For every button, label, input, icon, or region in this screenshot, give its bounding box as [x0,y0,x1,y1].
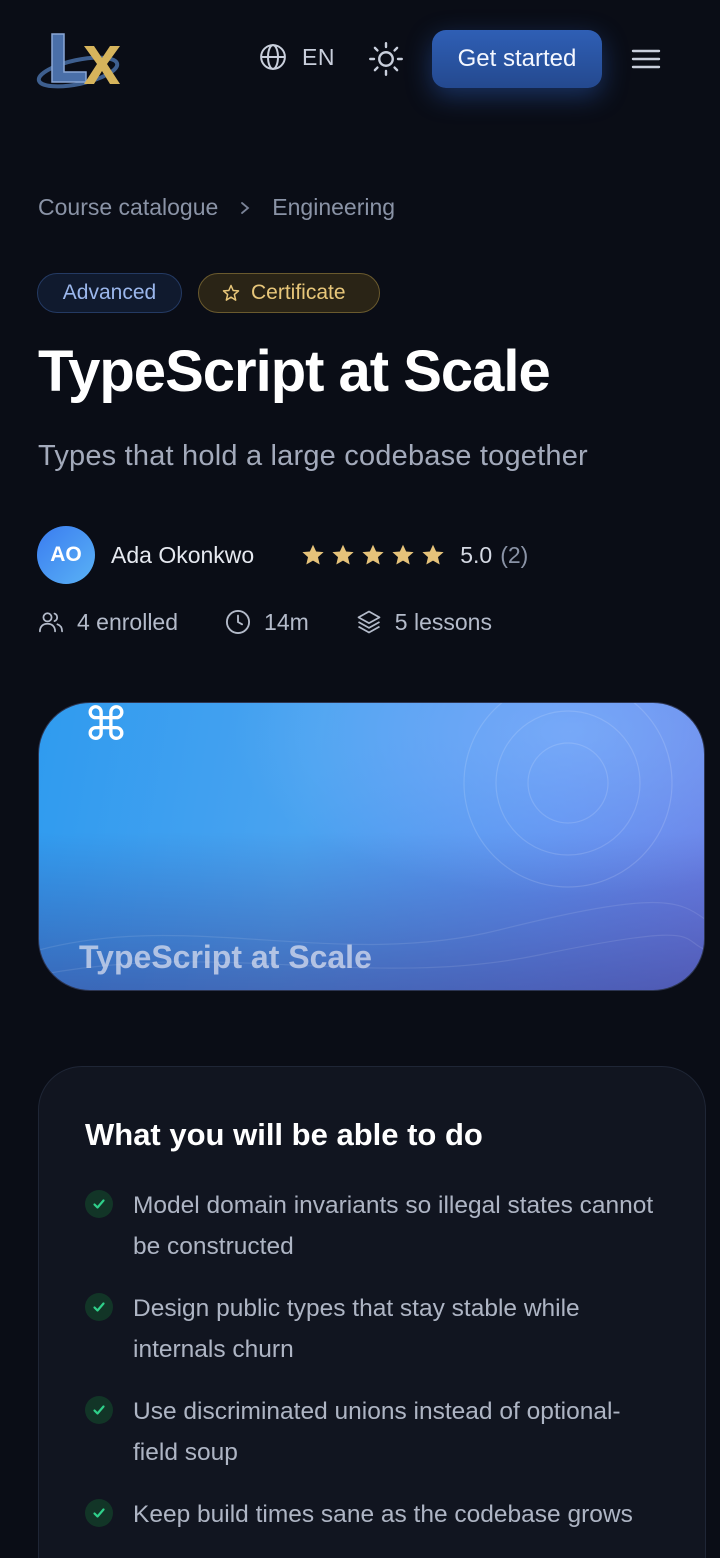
course-duration: 14m [224,608,309,636]
outcome-text: Keep build times sane as the codebase gr… [133,1501,633,1528]
check-icon [85,1190,113,1218]
command-key-icon: ⌘ [83,702,129,751]
outcome-text: Use discriminated unions instead of opti… [133,1398,621,1466]
list-item: Use discriminated unions instead of opti… [85,1391,665,1473]
author-rating-row: AO Ada Okonkwo 5.0 (2) [37,526,528,584]
outcomes-heading: What you will be able to do [85,1117,483,1152]
language-switcher[interactable]: EN [258,42,335,72]
star-icon [422,544,444,565]
hero-title: TypeScript at Scale [79,939,372,975]
hamburger-menu-icon[interactable] [630,46,662,72]
certificate-badge: Certificate [198,273,380,313]
star-icon [362,544,384,565]
get-started-button[interactable]: Get started [432,30,602,88]
certificate-badge-label: Certificate [251,281,346,304]
check-icon [85,1396,113,1424]
duration-label: 14m [264,608,309,635]
course-badges: Advanced Certificate [37,273,380,313]
list-item: Model domain invariants so illegal state… [85,1185,665,1267]
star-icon [302,544,324,565]
lesson-count: 5 lessons [355,608,492,636]
check-icon [85,1499,113,1527]
breadcrumb: Course catalogue Engineering [38,194,395,221]
outcome-text: Design public types that stay stable whi… [133,1295,580,1363]
globe-icon [260,44,286,70]
rating-count: (2) [500,541,529,568]
star-icon [392,544,414,565]
outcomes-list: Model domain invariants so illegal state… [85,1185,665,1556]
course-subtitle: Types that hold a large codebase togethe… [38,440,588,472]
breadcrumb-course-catalogue[interactable]: Course catalogue [38,194,218,221]
learning-outcomes-card: What you will be able to do Model domain… [38,1066,706,1558]
language-code: EN [302,43,335,70]
check-icon [85,1293,113,1321]
users-icon [39,612,63,633]
course-page: EN Get started Course catalogue Engineer… [0,0,720,1558]
course-meta-row: 4 enrolled 14m 5 lessons [37,608,492,636]
star-rating [300,542,446,568]
author-name[interactable]: Ada Okonkwo [111,542,254,569]
clock-icon [226,609,251,635]
lessons-label: 5 lessons [394,608,492,635]
breadcrumb-engineering[interactable]: Engineering [272,194,395,221]
avatar[interactable]: AO [37,526,95,584]
list-item: Design public types that stay stable whi… [85,1288,665,1370]
top-header: EN Get started [0,0,720,118]
list-item: Keep build times sane as the codebase gr… [85,1494,665,1535]
enrolled-label: 4 enrolled [77,608,179,635]
page-title: TypeScript at Scale [38,339,551,404]
brand-logo[interactable] [34,28,124,90]
outcome-text: Model domain invariants so illegal state… [133,1192,654,1260]
chevron-right-icon [241,201,250,214]
rating-value: 5.0 [460,541,493,568]
level-badge-label: Advanced [62,281,157,304]
layers-icon [357,610,381,634]
sun-icon[interactable] [368,41,404,77]
level-badge: Advanced [37,273,182,313]
star-icon [332,544,354,565]
course-hero-image: ⌘ TypeScript at Scale [38,702,705,991]
enrolled-count: 4 enrolled [37,608,178,636]
star-outline-icon [222,284,240,301]
avatar-initials: AO [50,543,82,566]
